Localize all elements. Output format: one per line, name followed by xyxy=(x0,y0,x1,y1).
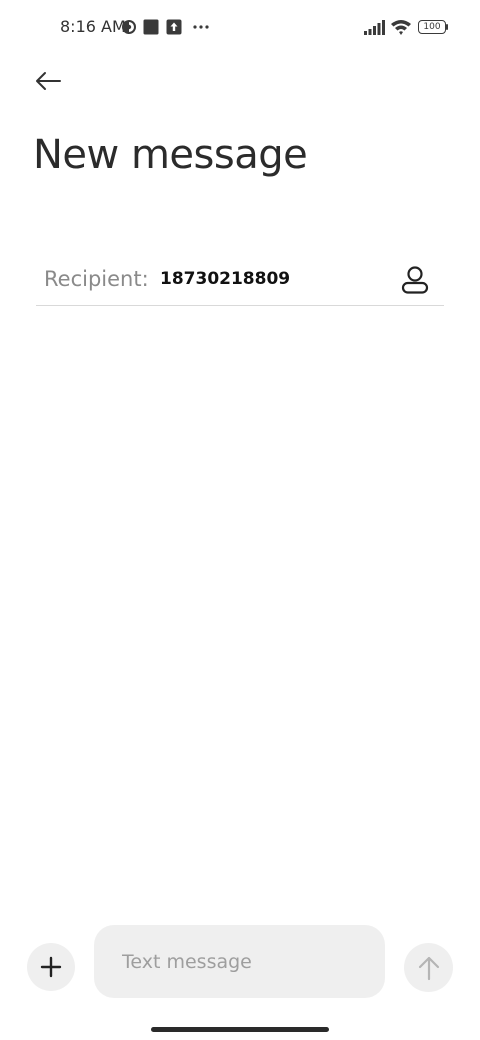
add-attachment-button[interactable] xyxy=(27,943,75,991)
battery-level: 100 xyxy=(423,21,441,32)
recipient-label: Recipient: xyxy=(44,267,149,291)
back-button[interactable] xyxy=(28,62,68,100)
status-time: 8:16 AM xyxy=(60,17,126,36)
plus-icon xyxy=(40,956,62,978)
battery-icon: 100 xyxy=(418,20,446,34)
wifi-icon xyxy=(391,20,411,35)
contacts-button[interactable] xyxy=(398,263,432,297)
upload-notification-icon xyxy=(166,19,182,35)
home-indicator[interactable] xyxy=(151,1027,329,1032)
send-button[interactable] xyxy=(404,943,453,992)
recipient-row: Recipient: xyxy=(36,253,444,306)
page-title: New message xyxy=(33,132,308,178)
status-bar: 8:16 AM 100 xyxy=(0,0,480,54)
recipient-input[interactable] xyxy=(160,265,380,293)
square-notification-icon xyxy=(143,19,159,35)
vpn-half-circle-icon xyxy=(122,20,136,34)
person-icon xyxy=(401,266,429,294)
arrow-up-icon xyxy=(418,956,439,980)
message-input[interactable] xyxy=(122,947,362,977)
battery-tip xyxy=(446,24,448,30)
message-box xyxy=(94,925,385,998)
signal-icon xyxy=(364,20,385,35)
arrow-left-icon xyxy=(36,72,61,90)
more-dots-icon xyxy=(193,25,209,29)
